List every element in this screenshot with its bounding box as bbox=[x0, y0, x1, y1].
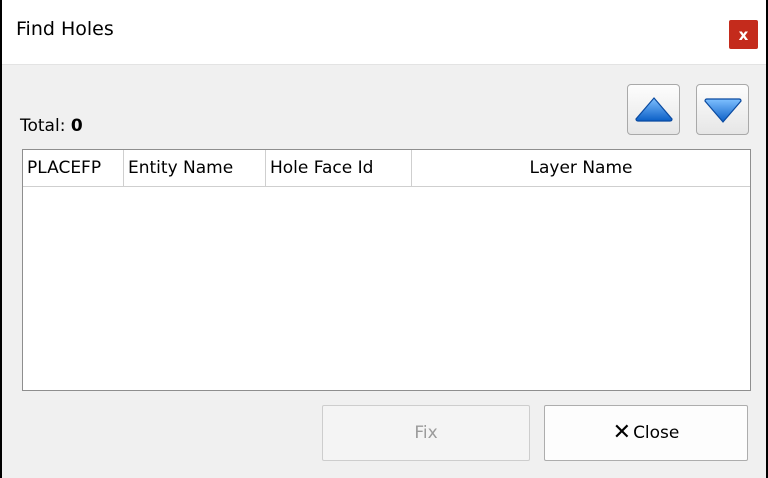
table-header: PLACEFP Entity Name Hole Face Id Layer N… bbox=[23, 150, 750, 187]
column-header-layer-name[interactable]: Layer Name bbox=[412, 150, 750, 186]
move-up-button[interactable] bbox=[627, 84, 680, 135]
close-icon: x bbox=[738, 25, 749, 44]
close-button[interactable]: ✕ Close bbox=[544, 405, 748, 461]
window-close-button[interactable]: x bbox=[729, 20, 758, 49]
total-count: Total: 0 bbox=[20, 116, 83, 136]
holes-table[interactable]: PLACEFP Entity Name Hole Face Id Layer N… bbox=[22, 149, 751, 391]
triangle-down-icon bbox=[703, 97, 742, 123]
triangle-up-icon bbox=[634, 96, 673, 122]
title-bar[interactable]: Find Holes x bbox=[2, 0, 766, 65]
column-header-hole-face-id[interactable]: Hole Face Id bbox=[266, 150, 412, 186]
column-header-placefp[interactable]: PLACEFP bbox=[23, 150, 124, 186]
total-value: 0 bbox=[70, 116, 83, 136]
fix-button-label: Fix bbox=[414, 423, 438, 443]
column-header-entity-name[interactable]: Entity Name bbox=[124, 150, 266, 186]
move-down-button[interactable] bbox=[696, 84, 749, 135]
total-label: Total: bbox=[20, 116, 66, 136]
fix-button[interactable]: Fix bbox=[322, 405, 530, 461]
window-title: Find Holes bbox=[16, 18, 114, 40]
find-holes-dialog: Find Holes x Total: 0 PLACEFP Entity Nam… bbox=[2, 0, 766, 478]
x-icon: ✕ bbox=[612, 420, 632, 445]
close-button-label: Close bbox=[633, 423, 680, 443]
